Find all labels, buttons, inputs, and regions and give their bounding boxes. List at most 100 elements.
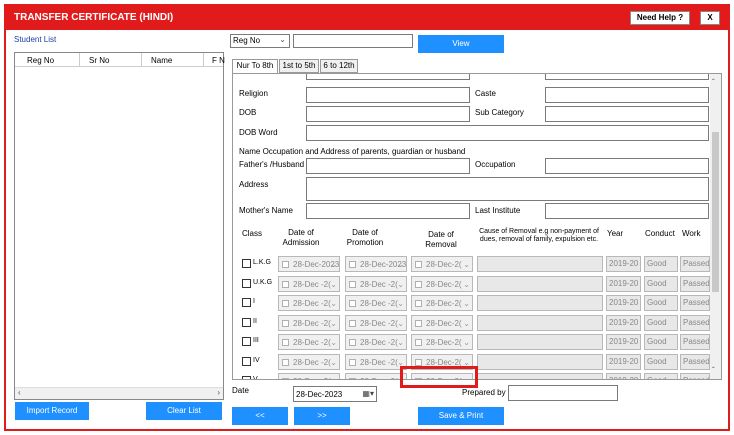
cause-of-removal-input[interactable]: [477, 315, 603, 331]
date-enable-checkbox[interactable]: [282, 378, 289, 379]
view-button[interactable]: View: [418, 35, 504, 53]
tab-1st-to-5th[interactable]: 1st to 5th: [279, 59, 319, 73]
promotion-date-picker[interactable]: 28-Dec -2(⌄: [345, 295, 407, 311]
removal-date-picker[interactable]: 28-Dec-2(⌄: [411, 276, 473, 292]
last-institute-input[interactable]: [545, 203, 709, 219]
scroll-up-icon[interactable]: ˆ: [712, 78, 715, 87]
promotion-date-picker[interactable]: 28-Dec -2(⌄: [345, 315, 407, 331]
admission-date-picker[interactable]: 28-Dec -2(⌄: [278, 315, 340, 331]
work-input[interactable]: Passed: [680, 295, 710, 311]
date-enable-checkbox[interactable]: [415, 320, 422, 327]
year-input[interactable]: 2019-20: [606, 256, 641, 272]
occupation-input[interactable]: [545, 158, 709, 174]
conduct-input[interactable]: Good: [644, 354, 678, 370]
dob-input[interactable]: [306, 106, 470, 122]
date-enable-checkbox[interactable]: [282, 281, 289, 288]
conduct-input[interactable]: Good: [644, 373, 678, 379]
cause-of-removal-input[interactable]: [477, 256, 603, 272]
year-input[interactable]: 2019-20: [606, 334, 641, 350]
year-input[interactable]: 2019-20: [606, 276, 641, 292]
mother-input[interactable]: [306, 203, 470, 219]
class-checkbox[interactable]: [242, 279, 251, 288]
year-input[interactable]: 2019-20: [606, 373, 641, 379]
work-input[interactable]: Passed: [680, 276, 710, 292]
calendar-icon[interactable]: ▦▾: [362, 389, 374, 398]
date-enable-checkbox[interactable]: [349, 300, 356, 307]
date-enable-checkbox[interactable]: [349, 320, 356, 327]
cause-of-removal-input[interactable]: [477, 276, 603, 292]
religion-input[interactable]: [306, 87, 470, 103]
work-input[interactable]: Passed: [680, 334, 710, 350]
promotion-date-picker[interactable]: 28-Dec -2(⌄: [345, 334, 407, 350]
date-enable-checkbox[interactable]: [415, 339, 422, 346]
date-picker[interactable]: 28-Dec-2023 ▦▾: [293, 386, 377, 402]
cause-of-removal-input[interactable]: [477, 354, 603, 370]
partial-input-top[interactable]: [306, 74, 470, 80]
scroll-left-icon[interactable]: ‹: [18, 388, 21, 397]
removal-date-picker[interactable]: 28-Dec-2(⌄: [411, 256, 473, 272]
date-enable-checkbox[interactable]: [282, 320, 289, 327]
year-input[interactable]: 2019-20: [606, 295, 641, 311]
removal-date-picker[interactable]: 28-Dec-2(⌄: [411, 334, 473, 350]
date-enable-checkbox[interactable]: [282, 261, 289, 268]
previous-button[interactable]: <<: [232, 407, 288, 425]
conduct-input[interactable]: Good: [644, 256, 678, 272]
promotion-date-picker[interactable]: 28-Dec-2023 ⌄: [345, 256, 407, 272]
vertical-scrollbar[interactable]: ˆ ˇ: [710, 74, 721, 379]
removal-date-picker[interactable]: 28-Dec-2(⌄: [411, 295, 473, 311]
need-help-button[interactable]: Need Help ?: [630, 11, 690, 25]
clear-list-button[interactable]: Clear List: [146, 402, 222, 420]
admission-date-picker[interactable]: 28-Dec-2023 ⌄: [278, 256, 340, 272]
date-enable-checkbox[interactable]: [349, 281, 356, 288]
import-record-button[interactable]: Import Record: [15, 402, 89, 420]
work-input[interactable]: Passed: [680, 354, 710, 370]
date-enable-checkbox[interactable]: [349, 261, 356, 268]
work-input[interactable]: Passed: [680, 256, 710, 272]
date-enable-checkbox[interactable]: [349, 359, 356, 366]
class-checkbox[interactable]: [242, 357, 251, 366]
cause-of-removal-input[interactable]: [477, 295, 603, 311]
year-input[interactable]: 2019-20: [606, 315, 641, 331]
promotion-date-picker[interactable]: 28-Dec -2(⌄: [345, 354, 407, 370]
tab-6-to-12th[interactable]: 6 to 12th: [320, 59, 358, 73]
father-input[interactable]: [306, 158, 470, 174]
close-button[interactable]: X: [700, 11, 720, 25]
search-input[interactable]: [293, 34, 413, 48]
conduct-input[interactable]: Good: [644, 334, 678, 350]
date-enable-checkbox[interactable]: [349, 378, 356, 379]
save-print-button[interactable]: Save & Print: [418, 407, 504, 425]
admission-date-picker[interactable]: 28-Dec -2(⌄: [278, 334, 340, 350]
admission-date-picker[interactable]: 28-Dec -2(⌄: [278, 295, 340, 311]
tab-nur-to-8th[interactable]: Nur To 8th: [232, 59, 278, 74]
sub-category-input[interactable]: [545, 106, 709, 122]
scroll-thumb[interactable]: [712, 132, 719, 292]
dob-word-input[interactable]: [306, 125, 709, 141]
class-checkbox[interactable]: [242, 298, 251, 307]
partial-input-top[interactable]: [545, 74, 709, 80]
conduct-input[interactable]: Good: [644, 276, 678, 292]
cause-of-removal-input[interactable]: [477, 334, 603, 350]
prepared-by-input[interactable]: [508, 385, 618, 401]
date-enable-checkbox[interactable]: [282, 300, 289, 307]
scroll-right-icon[interactable]: ›: [217, 388, 220, 397]
class-checkbox[interactable]: [242, 318, 251, 327]
student-list-grid[interactable]: Reg No Sr No Name F N ‹ ›: [14, 52, 225, 400]
cause-of-removal-input[interactable]: [477, 373, 603, 379]
class-checkbox[interactable]: [242, 259, 251, 268]
date-enable-checkbox[interactable]: [282, 359, 289, 366]
date-enable-checkbox[interactable]: [415, 281, 422, 288]
conduct-input[interactable]: Good: [644, 295, 678, 311]
admission-date-picker[interactable]: 28-Dec -2(⌄: [278, 354, 340, 370]
work-input[interactable]: Passed: [680, 315, 710, 331]
admission-date-picker[interactable]: 28-Dec -2(⌄: [278, 373, 340, 379]
horizontal-scrollbar[interactable]: ‹ ›: [15, 387, 223, 399]
admission-date-picker[interactable]: 28-Dec -2(⌄: [278, 276, 340, 292]
scroll-down-icon[interactable]: ˇ: [712, 366, 715, 375]
date-enable-checkbox[interactable]: [282, 339, 289, 346]
address-input[interactable]: [306, 177, 709, 201]
caste-input[interactable]: [545, 87, 709, 103]
search-field-select[interactable]: Reg No ⌄: [230, 34, 290, 48]
removal-date-picker[interactable]: 28-Dec-2(⌄: [411, 315, 473, 331]
conduct-input[interactable]: Good: [644, 315, 678, 331]
class-checkbox[interactable]: [242, 337, 251, 346]
